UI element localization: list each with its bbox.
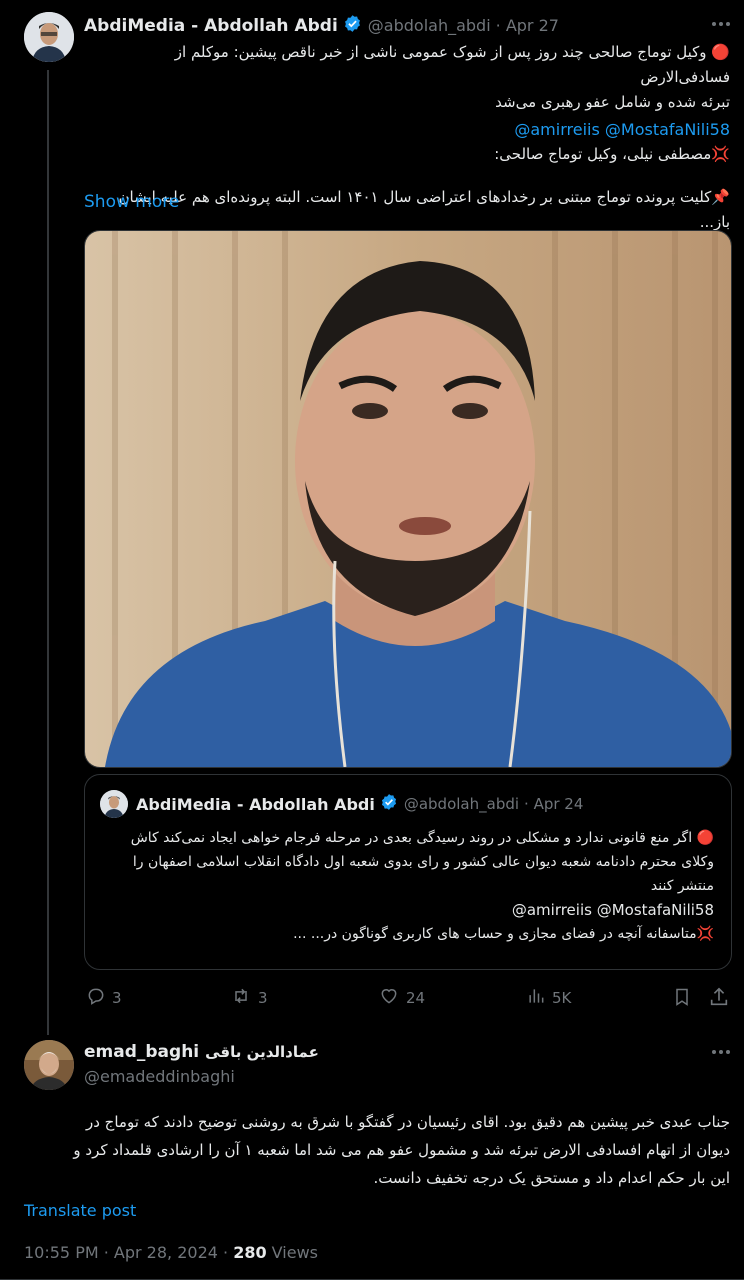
reply-line: جناب عبدی خبر پیشین هم دقیق بود. اقای رئ… — [85, 1113, 730, 1131]
more-icon[interactable] — [712, 22, 730, 26]
quoted-author-avatar — [100, 790, 128, 818]
views-count: 5K — [552, 989, 572, 1007]
like-count: 24 — [406, 989, 426, 1007]
reply-handle[interactable]: @emadeddinbaghi — [84, 1067, 235, 1086]
tweet-mentions[interactable]: @amirreiis @MostafaNili58 — [84, 117, 730, 142]
author-handle[interactable]: @abdolah_abdi — [368, 16, 491, 35]
reply-line: این بار حکم اعدام داد و مستحق یک درجه تخ… — [373, 1169, 730, 1187]
repost-icon — [230, 986, 252, 1010]
tweet-body: 🔴 وکیل توماج صالحی چند روز پس از شوک عمو… — [84, 40, 731, 235]
tweet-line: 🔴 وکیل توماج صالحی چند روز پس از شوک عمو… — [174, 43, 730, 86]
quoted-line: 💢متاسفانه آنچه در فضای مجازی و حساب های … — [293, 926, 714, 942]
reply-author-name[interactable]: emad_baghi — [84, 1042, 199, 1062]
reply-count: 3 — [112, 989, 122, 1007]
tweet-header: AbdiMedia - Abdollah Abdi @abdolah_abdi … — [84, 14, 704, 37]
reply-author-name-persian[interactable]: عمادالدین باقی — [205, 1043, 319, 1061]
verified-badge-icon — [380, 793, 398, 815]
show-more-link[interactable]: Show more — [84, 192, 179, 212]
tweet-line: تبرئه شده و شامل عفو رهبری می‌شد — [495, 93, 730, 111]
verified-badge-icon — [343, 14, 362, 37]
quoted-author-name: AbdiMedia - Abdollah Abdi — [136, 794, 375, 814]
reply-line: دیوان از اتهام افسادفی الارض تبرئه شد و … — [73, 1141, 730, 1159]
quoted-mentions: @amirreiis @MostafaNili58 — [511, 901, 714, 919]
thread-line — [47, 70, 49, 1035]
quoted-body: 🔴 اگر منع قانونی ندارد و مشکلی در روند ر… — [100, 826, 714, 946]
repost-count: 3 — [258, 989, 268, 1007]
quoted-date: · Apr 24 — [524, 795, 584, 813]
tweet-line: 💢مصطفی نیلی، وکیل توماج صالحی: — [494, 145, 730, 163]
reply-body: جناب عبدی خبر پیشین هم دقیق بود. اقای رئ… — [24, 1108, 730, 1192]
reply-header: emad_baghi عمادالدین باقی — [84, 1042, 319, 1062]
reply-timestamp[interactable]: 10:55 PM · Apr 28, 2024 · — [24, 1243, 233, 1262]
views-button[interactable]: 5K — [526, 986, 571, 1010]
reply-button[interactable]: 3 — [86, 986, 122, 1010]
quoted-line: 🔴 اگر منع قانونی ندارد و مشکلی در روند ر… — [130, 830, 714, 846]
author-avatar[interactable] — [24, 12, 74, 62]
bookmark-icon[interactable] — [672, 986, 692, 1012]
share-icon[interactable] — [708, 986, 730, 1012]
more-icon[interactable] — [712, 1050, 730, 1054]
reply-views-count: 280 — [233, 1243, 267, 1262]
reply-meta: 10:55 PM · Apr 28, 2024 · 280 Views — [24, 1243, 318, 1262]
repost-button[interactable]: 3 — [230, 986, 268, 1010]
quoted-header: AbdiMedia - Abdollah Abdi @abdolah_abdi … — [136, 793, 583, 815]
views-icon — [526, 986, 546, 1010]
like-button[interactable]: 24 — [378, 986, 425, 1010]
author-name[interactable]: AbdiMedia - Abdollah Abdi — [84, 16, 338, 36]
like-icon — [378, 986, 400, 1010]
reply-views-label: Views — [266, 1243, 318, 1262]
reply-author-avatar[interactable] — [24, 1040, 74, 1090]
quoted-handle: @abdolah_abdi — [403, 795, 520, 813]
quoted-line: وکلای محترم دادنامه شعبه دیوان عالی کشور… — [132, 854, 714, 870]
tweet-line: 📌کلیت پرونده توماج مبتنی بر رخدادهای اعت… — [118, 188, 731, 231]
tweet-media-video[interactable] — [84, 230, 732, 768]
quoted-line: منتشر کنند — [650, 878, 714, 894]
tweet-date[interactable]: · Apr 27 — [496, 16, 559, 35]
reply-icon — [86, 986, 106, 1010]
translate-post-link[interactable]: Translate post — [24, 1201, 136, 1220]
